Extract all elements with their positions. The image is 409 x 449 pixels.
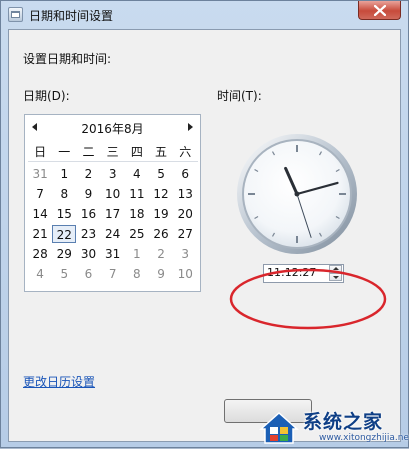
weekday-label: 六 [179,144,192,159]
calendar-day[interactable]: 29 [52,245,76,263]
weekday-label: 一 [58,144,71,159]
weekday-label: 二 [82,144,95,159]
calendar-day[interactable]: 10 [173,265,197,283]
calendar-day[interactable]: 4 [125,165,149,183]
weekday-label: 五 [155,144,168,159]
calendar-day[interactable]: 3 [173,245,197,263]
calendar-day[interactable]: 3 [101,165,125,183]
calendar-day[interactable]: 13 [173,185,197,203]
close-icon [374,5,386,16]
time-value[interactable]: 11:12:27 [267,266,316,279]
calendar-day[interactable]: 1 [52,165,76,183]
calendar-day[interactable]: 6 [173,165,197,183]
calendar-header: 2016年8月 [25,119,200,137]
calendar-day[interactable]: 18 [125,205,149,223]
calendar-day[interactable]: 7 [101,265,125,283]
calendar-day[interactable]: 7 [28,185,52,203]
weekday-header-row: 日一二三四五六 [28,142,198,162]
previous-month-arrow-icon[interactable] [32,123,37,131]
calendar-day[interactable]: 1 [125,245,149,263]
calendar-day[interactable]: 20 [173,205,197,223]
calendar-day[interactable]: 15 [52,205,76,223]
calendar-day[interactable]: 9 [149,265,173,283]
calendar-grid: 日一二三四五六 31 1 2 3 4 5 6 7 8 9 10 11 12 13 14 15 16 17 18 19 2… [28,142,198,284]
change-calendar-settings-link[interactable]: 更改日历设置 [23,373,95,390]
calendar-day[interactable]: 26 [149,225,173,243]
weekday-label: 三 [106,144,119,159]
time-label: 时间(T): [217,89,262,103]
calendar-week-row: 31 1 2 3 4 5 6 [28,164,198,184]
calendar-day[interactable]: 27 [173,225,197,243]
close-button[interactable] [358,1,401,20]
calendar-day[interactable]: 2 [76,165,100,183]
calendar-week-row: 4 5 6 7 8 9 10 [28,264,198,284]
calendar-day[interactable]: 5 [149,165,173,183]
weekday-label: 日 [34,144,47,159]
calendar-day[interactable]: 25 [125,225,149,243]
spin-up-icon[interactable] [329,265,342,273]
calendar-day[interactable]: 24 [101,225,125,243]
calendar-day[interactable]: 6 [76,265,100,283]
calendar-day-selected[interactable]: 22 [52,225,77,243]
time-spinner[interactable] [329,265,343,282]
site-logo-icon [259,411,299,444]
calendar-day[interactable]: 11 [125,185,149,203]
calendar-day[interactable]: 31 [28,165,52,183]
watermark: 系统之家 www.xitongzhijia.net [255,405,409,449]
calendar-day[interactable]: 28 [28,245,52,263]
calendar-day[interactable]: 17 [101,205,125,223]
page-heading: 设置日期和时间: [23,52,112,66]
calendar-day[interactable]: 23 [76,225,100,243]
date-time-settings-window: 日期和时间设置 设置日期和时间: 日期(D): 时间(T): 2016年8月 日… [0,0,409,448]
date-label: 日期(D): [23,89,70,103]
calendar-day[interactable]: 9 [76,185,100,203]
time-input[interactable]: 11:12:27 [263,264,344,283]
calendar-day[interactable]: 2 [149,245,173,263]
weekday-label: 四 [130,144,143,159]
calendar-week-row: 7 8 9 10 11 12 13 [28,184,198,204]
calendar-day[interactable]: 14 [28,205,52,223]
next-month-arrow-icon[interactable] [188,123,193,131]
analog-clock [237,134,357,254]
calendar-clock-icon [8,7,23,22]
spin-down-icon[interactable] [329,273,342,281]
watermark-brand: 系统之家 [303,411,384,433]
calendar-week-row: 28 29 30 31 1 2 3 [28,244,198,264]
calendar-month-title[interactable]: 2016年8月 [55,120,170,137]
calendar-day[interactable]: 16 [76,205,100,223]
calendar-day[interactable]: 4 [28,265,52,283]
calendar-day[interactable]: 8 [125,265,149,283]
calendar-day[interactable]: 8 [52,185,76,203]
dialog-content: 设置日期和时间: 日期(D): 时间(T): 2016年8月 日一二三四五六 3… [8,29,401,442]
calendar-day[interactable]: 21 [28,225,52,243]
title-bar: 日期和时间设置 [1,1,408,29]
calendar-day[interactable]: 19 [149,205,173,223]
calendar-day[interactable]: 30 [76,245,100,263]
calendar-week-row: 21 22 23 24 25 26 27 [28,224,198,244]
watermark-url: www.xitongzhijia.net [319,433,409,443]
calendar-control: 2016年8月 日一二三四五六 31 1 2 3 4 5 6 7 8 9 10 11 12 13 14 15 1… [24,114,201,292]
window-title: 日期和时间设置 [29,9,114,23]
calendar-day[interactable]: 12 [149,185,173,203]
calendar-day[interactable]: 5 [52,265,76,283]
calendar-week-row: 14 15 16 17 18 19 20 [28,204,198,224]
calendar-day[interactable]: 31 [101,245,125,263]
calendar-day[interactable]: 10 [101,185,125,203]
